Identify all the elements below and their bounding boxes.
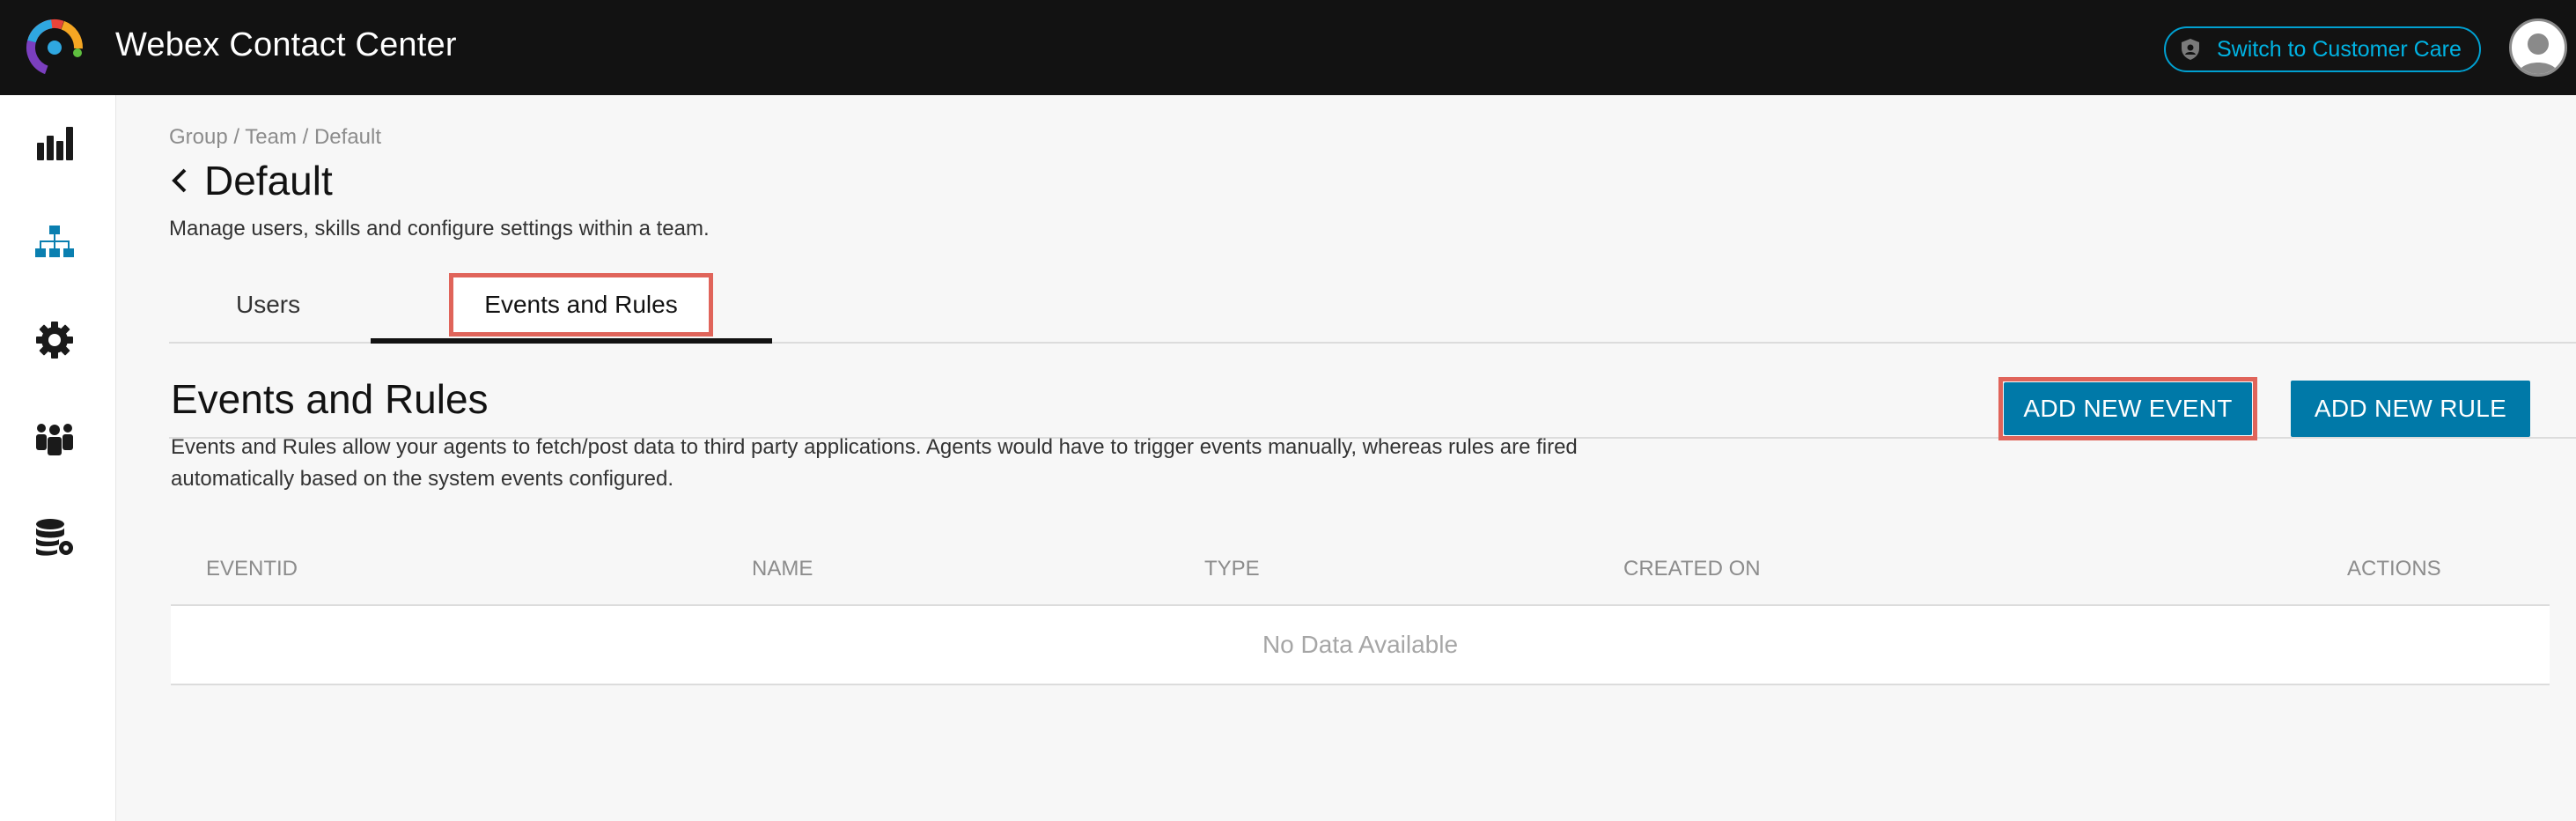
section-title: Events and Rules (171, 376, 489, 422)
tab-bar-row: Users Events and Rules (169, 270, 2576, 344)
tab-users[interactable]: Users (236, 291, 300, 319)
user-avatar[interactable] (2509, 18, 2567, 77)
sidebar-item-analytics[interactable] (26, 116, 83, 173)
webex-logo-icon[interactable] (25, 18, 85, 78)
database-gear-icon (34, 518, 75, 561)
org-hierarchy-icon (34, 224, 75, 263)
people-icon (33, 421, 76, 461)
gear-icon (35, 321, 74, 364)
column-header-created-on[interactable]: CREATED ON (1623, 557, 1761, 581)
column-header-eventid[interactable]: EVENTID (206, 557, 298, 581)
table-body: No Data Available (171, 606, 2550, 685)
chevron-left-icon[interactable] (169, 163, 197, 198)
active-tab-indicator (371, 338, 772, 344)
add-new-event-button[interactable]: ADD NEW EVENT (2004, 382, 2252, 435)
top-bar: Webex Contact Center Switch to Customer … (0, 0, 2576, 95)
events-table: EVENTID NAME TYPE CREATED ON ACTIONS No … (171, 534, 2550, 685)
app-title: Webex Contact Center (115, 26, 457, 63)
page-title: Default (204, 158, 333, 203)
empty-state-text: No Data Available (1262, 631, 1459, 658)
breadcrumb[interactable]: Group / Team / Default (169, 125, 381, 150)
shield-icon (2178, 37, 2203, 62)
sidebar-item-provisioning[interactable] (26, 215, 83, 271)
sidebar-item-teams[interactable] (26, 412, 83, 469)
switch-to-customer-care-label: Switch to Customer Care (2217, 36, 2462, 62)
sidebar-item-settings[interactable] (26, 314, 83, 370)
column-header-name[interactable]: NAME (752, 557, 813, 581)
table-header: EVENTID NAME TYPE CREATED ON ACTIONS (171, 534, 2550, 606)
page-description: Manage users, skills and configure setti… (169, 217, 710, 240)
column-header-actions: ACTIONS (2347, 557, 2441, 581)
sidebar (0, 95, 116, 821)
tab-events-and-rules[interactable]: Events and Rules (449, 273, 713, 337)
column-header-type[interactable]: TYPE (1204, 557, 1260, 581)
bar-chart-icon (35, 123, 74, 166)
sidebar-item-data[interactable] (26, 511, 83, 567)
switch-to-customer-care-button[interactable]: Switch to Customer Care (2164, 26, 2481, 72)
section-description: Events and Rules allow your agents to fe… (171, 435, 1578, 491)
page-title-row: Default (169, 157, 333, 204)
add-new-rule-button[interactable]: ADD NEW RULE (2291, 381, 2530, 437)
